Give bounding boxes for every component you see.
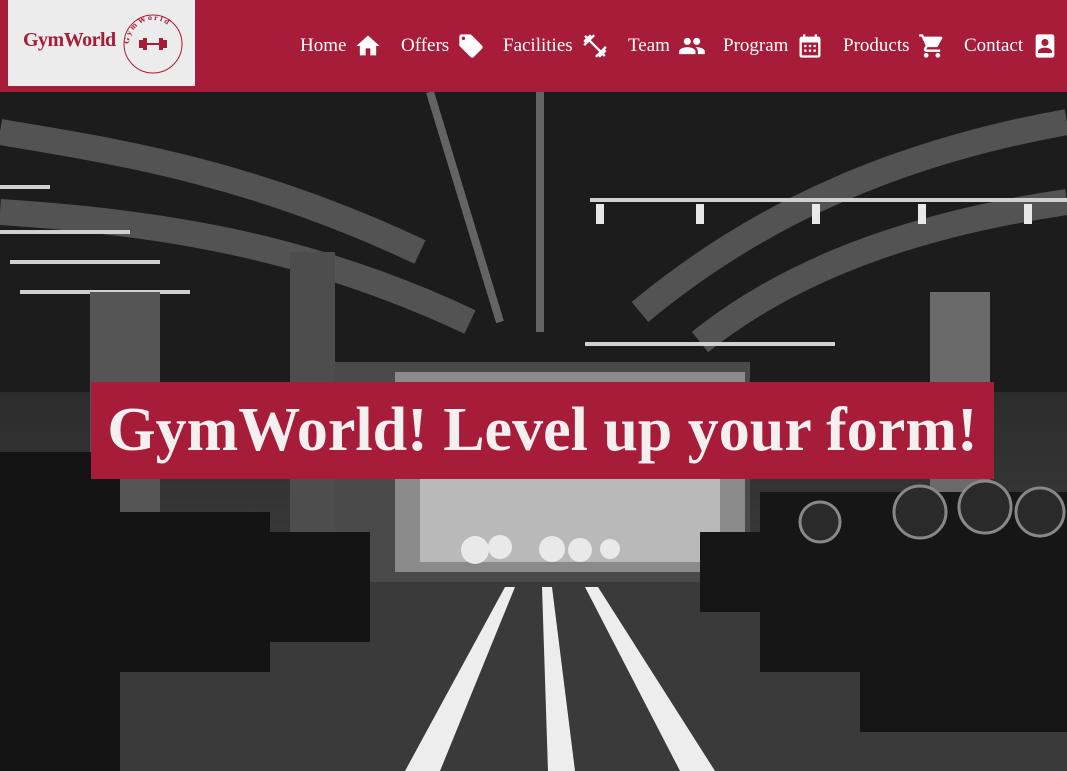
nav-item-products[interactable]: Products [843,30,946,62]
nav-label: Contact [964,35,1024,56]
nav-label: Team [628,35,670,56]
nav-item-facilities[interactable]: Facilities [503,30,609,62]
calendar-icon [796,32,824,60]
nav-label: Products [843,35,910,56]
nav-item-home[interactable]: Home [300,30,382,62]
hero-section: GymWorld! Level up your form! [0,92,1067,771]
nav-item-team[interactable]: Team [628,30,706,62]
nav-label: Offers [401,35,450,56]
tag-icon [457,32,485,60]
nav-label: Facilities [503,35,573,56]
nav-item-offers[interactable]: Offers [401,30,485,62]
nav-item-program[interactable]: Program [723,30,824,62]
nav-item-contact[interactable]: Contact [964,30,1059,62]
nav-label: Home [300,35,347,56]
cart-icon [918,32,946,60]
home-icon [354,32,382,60]
nav-label: Program [723,35,789,56]
contact-card-icon [1031,32,1059,60]
people-icon [678,32,706,60]
top-navbar: GymWorld GymWorld Home Offers Facilities… [0,0,1067,92]
hero-headline-banner: GymWorld! Level up your form! [91,382,994,479]
hero-headline: GymWorld! Level up your form! [107,396,978,464]
dumbbell-icon [581,32,609,60]
main-nav: Home Offers Facilities Team Program Prod… [0,0,1067,92]
